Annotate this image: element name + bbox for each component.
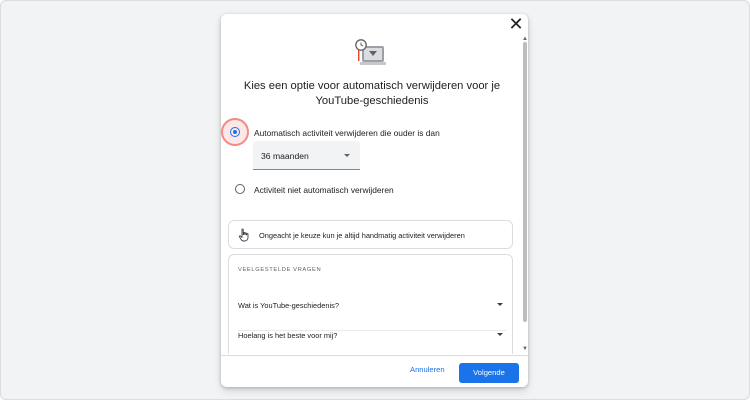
close-button[interactable]: ✕	[508, 14, 524, 34]
scrollbar-thumb[interactable]	[523, 42, 527, 322]
no-auto-delete-radio[interactable]	[235, 184, 245, 194]
faq-item-label: Wat is YouTube-geschiedenis?	[238, 301, 339, 310]
faq-item-how-long[interactable]: Hoelang is het beste voor mij?	[238, 319, 506, 349]
faq-item-what-is-history[interactable]: Wat is YouTube-geschiedenis?	[238, 289, 506, 319]
hand-pointer-icon	[238, 228, 249, 242]
info-card: Ongeacht je keuze kun je altijd handmati…	[228, 220, 513, 249]
close-icon: ✕	[508, 14, 524, 34]
no-auto-delete-label[interactable]: Activiteit niet automatisch verwijderen	[254, 185, 394, 195]
scrollbar[interactable]	[521, 42, 528, 352]
scroll-down-arrow-icon[interactable]: ▼	[522, 346, 528, 352]
faq-item-label: Hoelang is het beste voor mij?	[238, 331, 338, 340]
dialog-footer: Annuleren Volgende	[221, 355, 528, 387]
period-select[interactable]: 36 maanden	[253, 141, 360, 170]
chevron-down-icon	[344, 154, 350, 157]
caret-down-icon	[497, 333, 503, 336]
faq-card: VEELGESTELDE VRAGEN Wat is YouTube-gesch…	[228, 254, 513, 354]
dialog-title: Kies een optie voor automatisch verwijde…	[243, 80, 501, 107]
auto-delete-label[interactable]: Automatisch activiteit verwijderen die o…	[254, 128, 440, 138]
auto-delete-illustration	[355, 39, 386, 65]
auto-delete-dialog: Kies een optie voor automatisch verwijde…	[221, 14, 528, 387]
radio-selected-dot	[233, 130, 237, 134]
next-button[interactable]: Volgende	[459, 363, 519, 383]
auto-delete-radio[interactable]	[230, 127, 240, 137]
cancel-button[interactable]: Annuleren	[410, 365, 445, 374]
faq-heading: VEELGESTELDE VRAGEN	[238, 267, 322, 273]
dialog-content: Kies een optie voor automatisch verwijde…	[221, 14, 521, 354]
period-select-value: 36 maanden	[261, 151, 309, 161]
info-text: Ongeacht je keuze kun je altijd handmati…	[259, 231, 465, 240]
caret-down-icon	[497, 303, 503, 306]
